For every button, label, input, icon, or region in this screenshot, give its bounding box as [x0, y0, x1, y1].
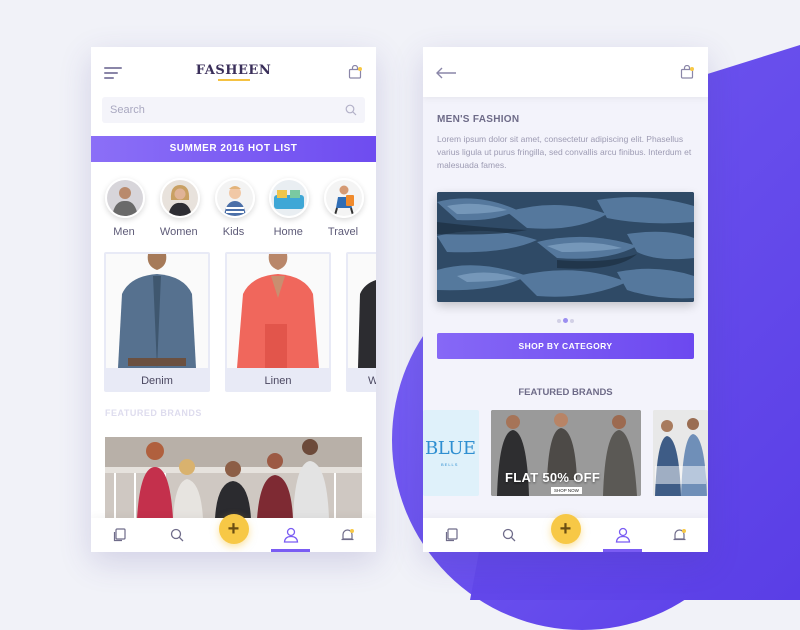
featured-brands-heading: FEATURED BRANDS	[518, 387, 613, 398]
category-label: Travel	[327, 226, 359, 238]
tab-add[interactable]: +	[537, 514, 594, 552]
tab-notifications[interactable]	[651, 518, 708, 552]
search-placeholder: Search	[110, 104, 145, 116]
tab-pages[interactable]	[423, 518, 480, 552]
category-travel-image	[324, 178, 364, 218]
brand-card-blue-bells[interactable]: BLUE BELLS	[423, 410, 479, 496]
category-label: Men	[113, 226, 135, 238]
shopping-bag-icon[interactable]	[348, 65, 362, 79]
category-label: Kids	[222, 226, 245, 238]
search-icon	[170, 528, 183, 542]
product-carousel: Denim Linen W	[91, 252, 376, 398]
sale-text: FLAT 50% OFF	[505, 470, 601, 485]
profile-icon	[615, 527, 630, 543]
add-button[interactable]: +	[218, 514, 249, 544]
featured-group-image[interactable]	[105, 437, 362, 519]
back-arrow-icon[interactable]	[435, 67, 457, 79]
add-button[interactable]: +	[550, 514, 581, 544]
category-women[interactable]: Women	[159, 178, 200, 238]
promo-banner[interactable]: SUMMER 2016 HOT LIST	[91, 136, 376, 162]
shop-by-category-button[interactable]: SHOP BY CATEGORY	[437, 333, 694, 359]
category-men-image	[105, 178, 145, 218]
category-list: Men Women Kids Home Travel	[91, 162, 376, 238]
brand-carousel: BLUE BELLS FLAT 50% OFF SHOP NOW	[423, 410, 708, 496]
category-women-image	[159, 178, 200, 218]
tab-profile[interactable]	[262, 518, 319, 552]
product-card-partial[interactable]: W	[346, 252, 376, 392]
bottom-tab-bar: +	[423, 514, 708, 552]
carousel-dot[interactable]	[570, 319, 574, 323]
category-screen: MEN'S FASHION Lorem ipsum dolor sit amet…	[423, 47, 708, 552]
search-icon	[502, 528, 515, 542]
brand-card-sale[interactable]: FLAT 50% OFF SHOP NOW	[491, 410, 641, 496]
section-title: MEN'S FASHION	[437, 114, 520, 125]
featured-brands-heading: FEATURED BRANDS	[105, 408, 202, 418]
product-label: W	[368, 375, 376, 387]
category-home-image	[269, 178, 310, 218]
category-label: Home	[273, 226, 303, 238]
carousel-indicator	[423, 310, 708, 328]
profile-icon	[283, 527, 298, 543]
brand-logo-text: BLUE	[425, 438, 476, 459]
pages-icon	[113, 528, 126, 542]
category-men[interactable]: Men	[105, 178, 145, 238]
tab-add[interactable]: +	[205, 514, 262, 552]
app-logo: FASHEEN	[91, 63, 376, 81]
header: FASHEEN	[91, 47, 376, 95]
product-card-linen[interactable]: Linen	[225, 252, 331, 392]
product-image	[106, 254, 208, 368]
header	[423, 47, 708, 97]
carousel-dot-active[interactable]	[563, 318, 568, 323]
hero-image-jeans[interactable]	[437, 192, 694, 302]
home-screen: FASHEEN Search SUMMER 2016 HOT LIST Men …	[91, 47, 376, 552]
product-label: Linen	[264, 375, 292, 387]
category-travel[interactable]: Travel	[324, 178, 364, 238]
section-description: Lorem ipsum dolor sit amet, consectetur …	[437, 134, 692, 170]
pages-icon	[445, 528, 458, 542]
brand-logo-subtext: BELLS	[441, 462, 459, 467]
tab-profile[interactable]	[594, 518, 651, 552]
tab-search[interactable]	[148, 518, 205, 552]
category-label: Women	[159, 226, 198, 238]
tab-notifications[interactable]	[319, 518, 376, 552]
category-home[interactable]: Home	[269, 178, 310, 238]
product-card-denim[interactable]: Denim	[104, 252, 210, 392]
product-label: Denim	[141, 375, 173, 387]
search-input[interactable]: Search	[102, 97, 365, 123]
tab-pages[interactable]	[91, 518, 148, 552]
shop-now-label: SHOP NOW	[551, 487, 582, 494]
notification-icon	[341, 528, 354, 540]
product-image	[227, 254, 329, 368]
category-kids-image	[214, 178, 255, 218]
search-icon	[345, 104, 357, 116]
notification-icon	[673, 528, 686, 540]
carousel-dot[interactable]	[557, 319, 561, 323]
brand-card-partial[interactable]	[653, 410, 708, 496]
product-image	[348, 254, 376, 368]
category-kids[interactable]: Kids	[214, 178, 255, 238]
tab-search[interactable]	[480, 518, 537, 552]
shopping-bag-icon[interactable]	[680, 65, 694, 79]
bottom-tab-bar: +	[91, 514, 376, 552]
